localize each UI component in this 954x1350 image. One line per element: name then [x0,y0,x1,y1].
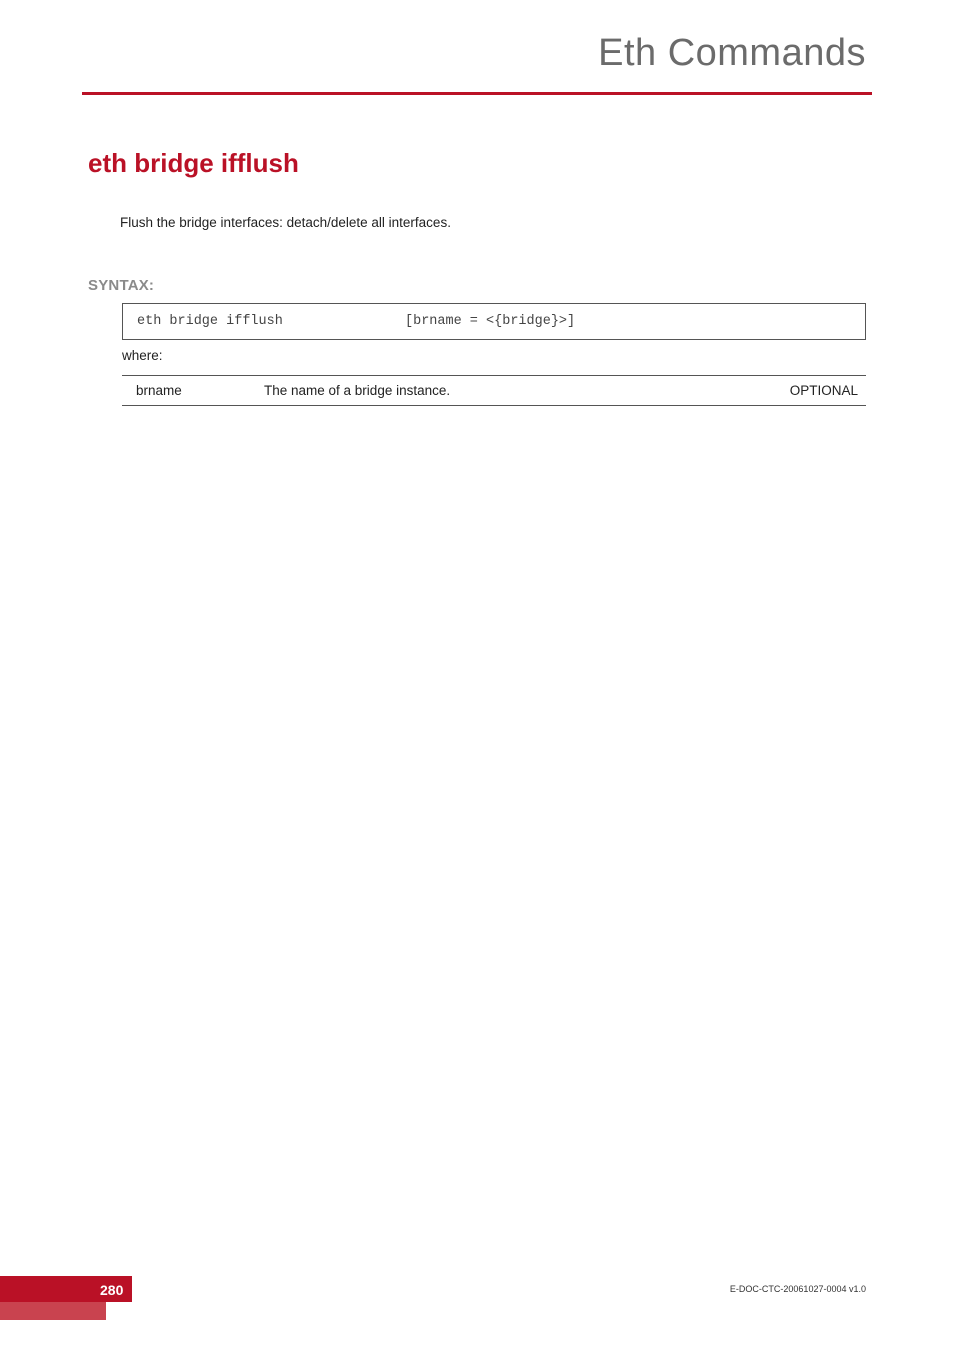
page-title: Eth Commands [598,32,866,75]
header-divider [82,92,872,95]
param-desc: The name of a bridge instance. [264,383,756,398]
syntax-row: eth bridge ifflush [brname = <{bridge}>] [137,314,855,329]
footer-accent-bar-secondary [0,1302,106,1320]
syntax-label: SYNTAX: [88,277,154,294]
page-number: 280 [100,1282,123,1298]
param-optional: OPTIONAL [756,383,866,398]
section-description: Flush the bridge interfaces: detach/dele… [120,215,451,230]
table-row: brname The name of a bridge instance. OP… [122,376,866,405]
syntax-command: eth bridge ifflush [137,314,405,329]
param-table: brname The name of a bridge instance. OP… [122,375,866,406]
syntax-box: eth bridge ifflush [brname = <{bridge}>] [122,303,866,340]
section-title: eth bridge ifflush [88,148,299,179]
where-label: where: [122,348,163,363]
syntax-args: [brname = <{bridge}>] [405,314,575,329]
param-name: brname [136,383,264,398]
document-code: E-DOC-CTC-20061027-0004 v1.0 [730,1284,866,1294]
